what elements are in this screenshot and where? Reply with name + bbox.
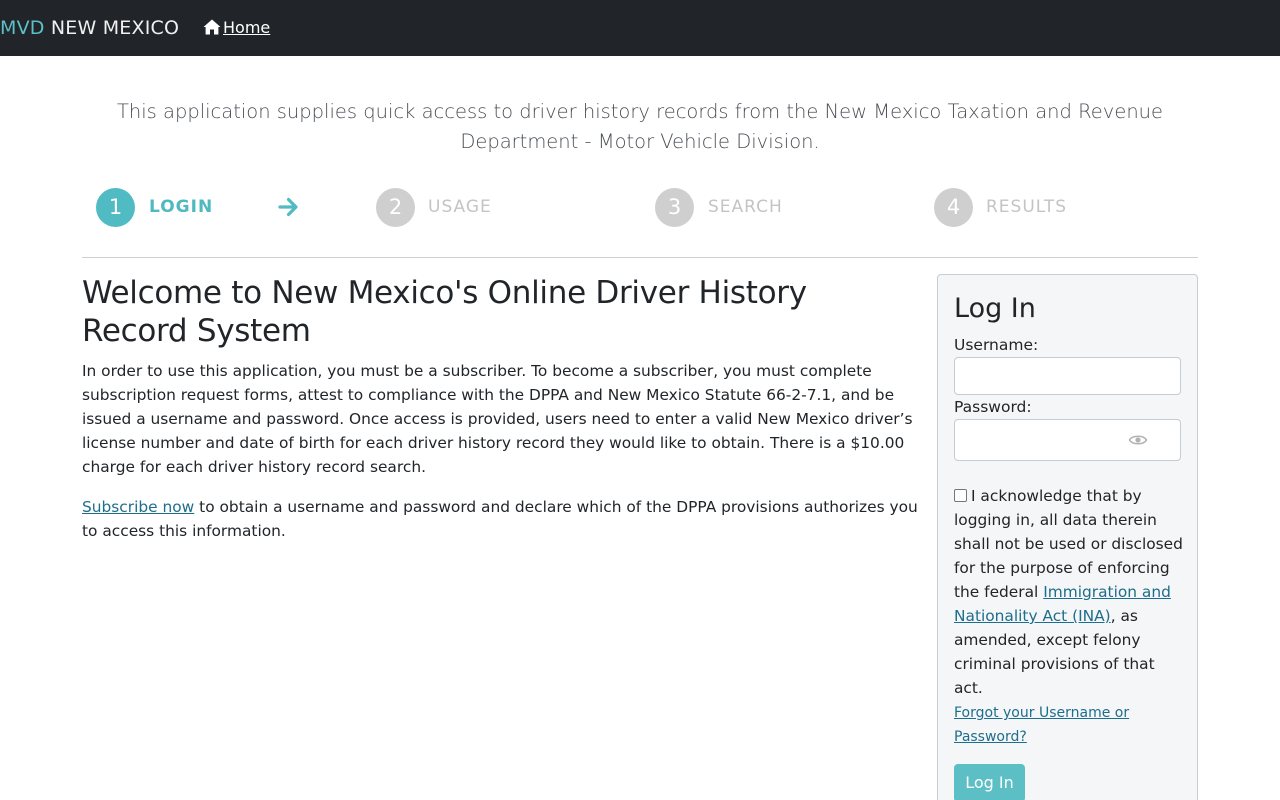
step-number: 1: [96, 188, 135, 227]
eye-icon[interactable]: [1128, 430, 1148, 450]
nav-home-link[interactable]: Home: [203, 17, 270, 39]
acknowledge-statement: I acknowledge that by logging in, all da…: [954, 484, 1186, 700]
subscribe-text: to obtain a username and password and de…: [82, 498, 918, 540]
password-input[interactable]: [954, 419, 1181, 461]
nav-home-label: Home: [223, 18, 271, 37]
login-card: Log In Username: Password: I acknowledge…: [937, 274, 1198, 800]
subscribe-now-link[interactable]: Subscribe now: [82, 498, 194, 516]
username-input[interactable]: [954, 357, 1181, 395]
step-number: 2: [376, 188, 415, 227]
brand-accent: MVD: [0, 17, 45, 39]
step-number: 3: [655, 188, 694, 227]
username-label: Username:: [954, 336, 1039, 354]
brand-text: NEW MEXICO: [50, 17, 180, 39]
password-label: Password:: [954, 398, 1032, 416]
subscribe-paragraph: Subscribe now to obtain a username and p…: [82, 495, 922, 543]
page-title: Welcome to New Mexico's Online Driver Hi…: [82, 275, 807, 349]
login-title: Log In: [954, 293, 1036, 324]
step-label: SEARCH: [708, 197, 783, 217]
intro-text: This application supplies quick access t…: [116, 100, 1164, 153]
step-label: RESULTS: [986, 197, 1068, 217]
brand-logo[interactable]: MVD NEW MEXICO: [0, 16, 179, 40]
step-number: 4: [934, 188, 973, 227]
step-label: LOGIN: [149, 197, 214, 217]
arrow-right-icon: [278, 197, 298, 217]
step-label: USAGE: [428, 197, 492, 217]
forgot-credentials-link[interactable]: Forgot your Username or Password?: [954, 705, 1129, 745]
subscription-description: In order to use this application, you mu…: [82, 362, 913, 476]
forgot-credentials-container: Forgot your Username or Password?: [954, 701, 1154, 749]
acknowledge-checkbox[interactable]: [954, 489, 967, 502]
login-button[interactable]: Log In: [954, 764, 1025, 800]
section-divider: [82, 257, 1198, 258]
top-navbar: MVD NEW MEXICO Home: [0, 0, 1280, 56]
home-icon: [203, 19, 221, 35]
